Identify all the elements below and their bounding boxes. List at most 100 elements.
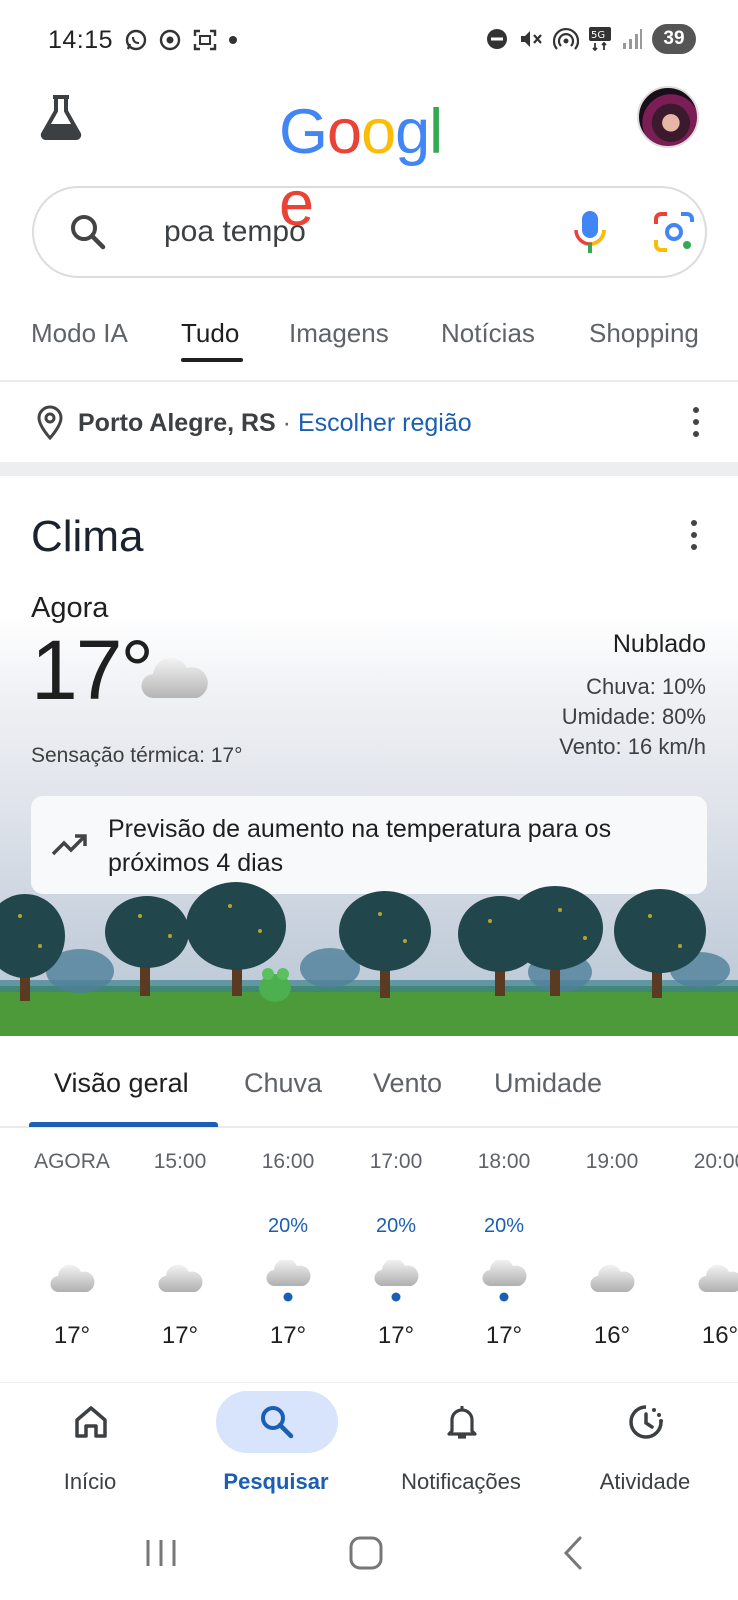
tab-imagens[interactable]: Imagens (289, 318, 389, 349)
location-separator: · (282, 409, 291, 437)
forecast-notice-text: Previsão de aumento na temperatura para … (108, 815, 612, 877)
tab-noticias[interactable]: Notícias (441, 318, 535, 349)
avatar[interactable] (637, 86, 699, 148)
cloud-rain-icon (481, 1260, 527, 1306)
hotspot-icon (553, 27, 579, 50)
svg-text:5G: 5G (591, 30, 605, 41)
search-tabs: Modo IA Tudo Imagens Notícias Shopping (0, 310, 738, 382)
chrome-icon (159, 29, 181, 51)
search-bar[interactable]: poa tempo (32, 186, 707, 278)
hour-rain: 20% (483, 1215, 525, 1237)
humidity: Umidade: 80% (561, 704, 706, 729)
weather-tabs: Visão geral Chuva Vento Umidade (0, 1036, 738, 1128)
cloud-icon (697, 1260, 738, 1306)
hour-temp: 17° (485, 1322, 523, 1349)
nav-atividade[interactable]: Atividade (565, 1383, 725, 1511)
recent-apps-icon[interactable] (136, 1528, 186, 1578)
section-divider (0, 462, 738, 476)
google-logo[interactable]: Google (279, 96, 459, 239)
nav-label: Atividade (599, 1469, 691, 1494)
hour-time: 20:00 (693, 1150, 738, 1173)
system-nav-bar (0, 1510, 738, 1600)
logo-letter: o (361, 97, 396, 167)
home-button-icon[interactable] (341, 1528, 391, 1578)
weather-more-icon[interactable] (690, 520, 698, 550)
hour-time: 16:00 (261, 1150, 315, 1173)
active-tab-indicator (181, 358, 243, 362)
trending-up-icon (51, 834, 87, 856)
status-time: 14:15 (48, 26, 114, 54)
labs-flask-icon[interactable] (36, 92, 86, 142)
tab-visao-geral[interactable]: Visão geral (54, 1068, 189, 1099)
status-left-icons (124, 28, 238, 52)
home-icon (75, 1406, 107, 1438)
location-text: Porto Alegre, RS · Escolher região (78, 409, 472, 438)
dot-icon (229, 36, 237, 44)
status-bar: 14:15 5G 39 (0, 0, 738, 80)
rain-chance: Chuva: 10% (586, 674, 706, 699)
hour-rain: 20% (267, 1215, 309, 1237)
hour-time: 15:00 (153, 1150, 207, 1173)
nav-label: Pesquisar (223, 1469, 329, 1494)
location-more-icon[interactable] (692, 407, 700, 437)
google-lens-icon[interactable] (652, 210, 696, 254)
weather-illustration (0, 882, 738, 1036)
location-pin-icon (37, 405, 63, 441)
feels-like: Sensação térmica: 17° (31, 744, 243, 767)
back-icon[interactable] (548, 1528, 598, 1578)
cloud-icon (589, 1260, 635, 1306)
bell-icon (447, 1406, 477, 1439)
whatsapp-icon (125, 29, 147, 51)
cloud-icon (49, 1260, 95, 1306)
hour-temp: 16° (701, 1322, 738, 1349)
choose-region-link[interactable]: Escolher região (298, 409, 472, 437)
hour-time: 19:00 (585, 1150, 639, 1173)
hour-temp: 17° (377, 1322, 415, 1349)
status-right-icons: 5G 39 (485, 24, 696, 54)
hourly-forecast[interactable]: AGORA 17° 15:00 17° 16:00 20% 17° 17:00 … (0, 1150, 738, 1380)
nav-inicio[interactable]: Início (10, 1383, 170, 1511)
cloud-rain-icon (265, 1260, 311, 1306)
cloud-rain-icon (373, 1260, 419, 1306)
tab-tudo[interactable]: Tudo (181, 318, 239, 349)
hour-temp: 16° (593, 1322, 631, 1349)
activity-icon (629, 1405, 663, 1439)
location-place: Porto Alegre, RS (78, 409, 276, 437)
current-temperature: 17° (31, 623, 154, 717)
logo-letter: G (279, 97, 328, 167)
tab-umidade[interactable]: Umidade (494, 1068, 602, 1099)
active-weather-tab-indicator (29, 1122, 218, 1127)
nav-label: Notificações (401, 1469, 521, 1494)
bottom-nav: Início Pesquisar Notificações Atividade (0, 1382, 738, 1510)
location-row: Porto Alegre, RS · Escolher região (0, 385, 738, 463)
nav-notificacoes[interactable]: Notificações (381, 1383, 541, 1511)
screenshot-icon (193, 29, 217, 51)
hour-temp: 17° (269, 1322, 307, 1349)
wind: Vento: 16 km/h (559, 734, 706, 759)
logo-letter: g (395, 97, 430, 167)
battery-indicator: 39 (652, 24, 696, 54)
weather-title: Clima (31, 512, 144, 561)
tab-vento[interactable]: Vento (373, 1068, 442, 1099)
nav-pesquisar[interactable]: Pesquisar (196, 1383, 356, 1511)
hour-time: AGORA (34, 1150, 110, 1173)
dnd-icon (487, 29, 507, 49)
search-query[interactable]: poa tempo (164, 215, 306, 249)
hour-temp: 17° (53, 1322, 91, 1349)
hour-time: 18:00 (477, 1150, 531, 1173)
hour-temp: 17° (161, 1322, 199, 1349)
logo-letter: l (429, 97, 443, 167)
signal-icon (623, 29, 642, 49)
cloud-icon (141, 658, 208, 699)
cloud-icon (157, 1260, 203, 1306)
tab-shopping[interactable]: Shopping (589, 318, 699, 349)
search-icon (71, 215, 106, 250)
weather-condition: Nublado (612, 630, 706, 658)
logo-letter: o (327, 97, 362, 167)
mic-icon[interactable] (568, 208, 612, 256)
tab-modo-ia[interactable]: Modo IA (31, 318, 128, 349)
now-label: Agora (31, 592, 109, 624)
nav-label: Início (63, 1469, 117, 1494)
tab-chuva[interactable]: Chuva (244, 1068, 322, 1099)
search-icon (261, 1406, 294, 1439)
